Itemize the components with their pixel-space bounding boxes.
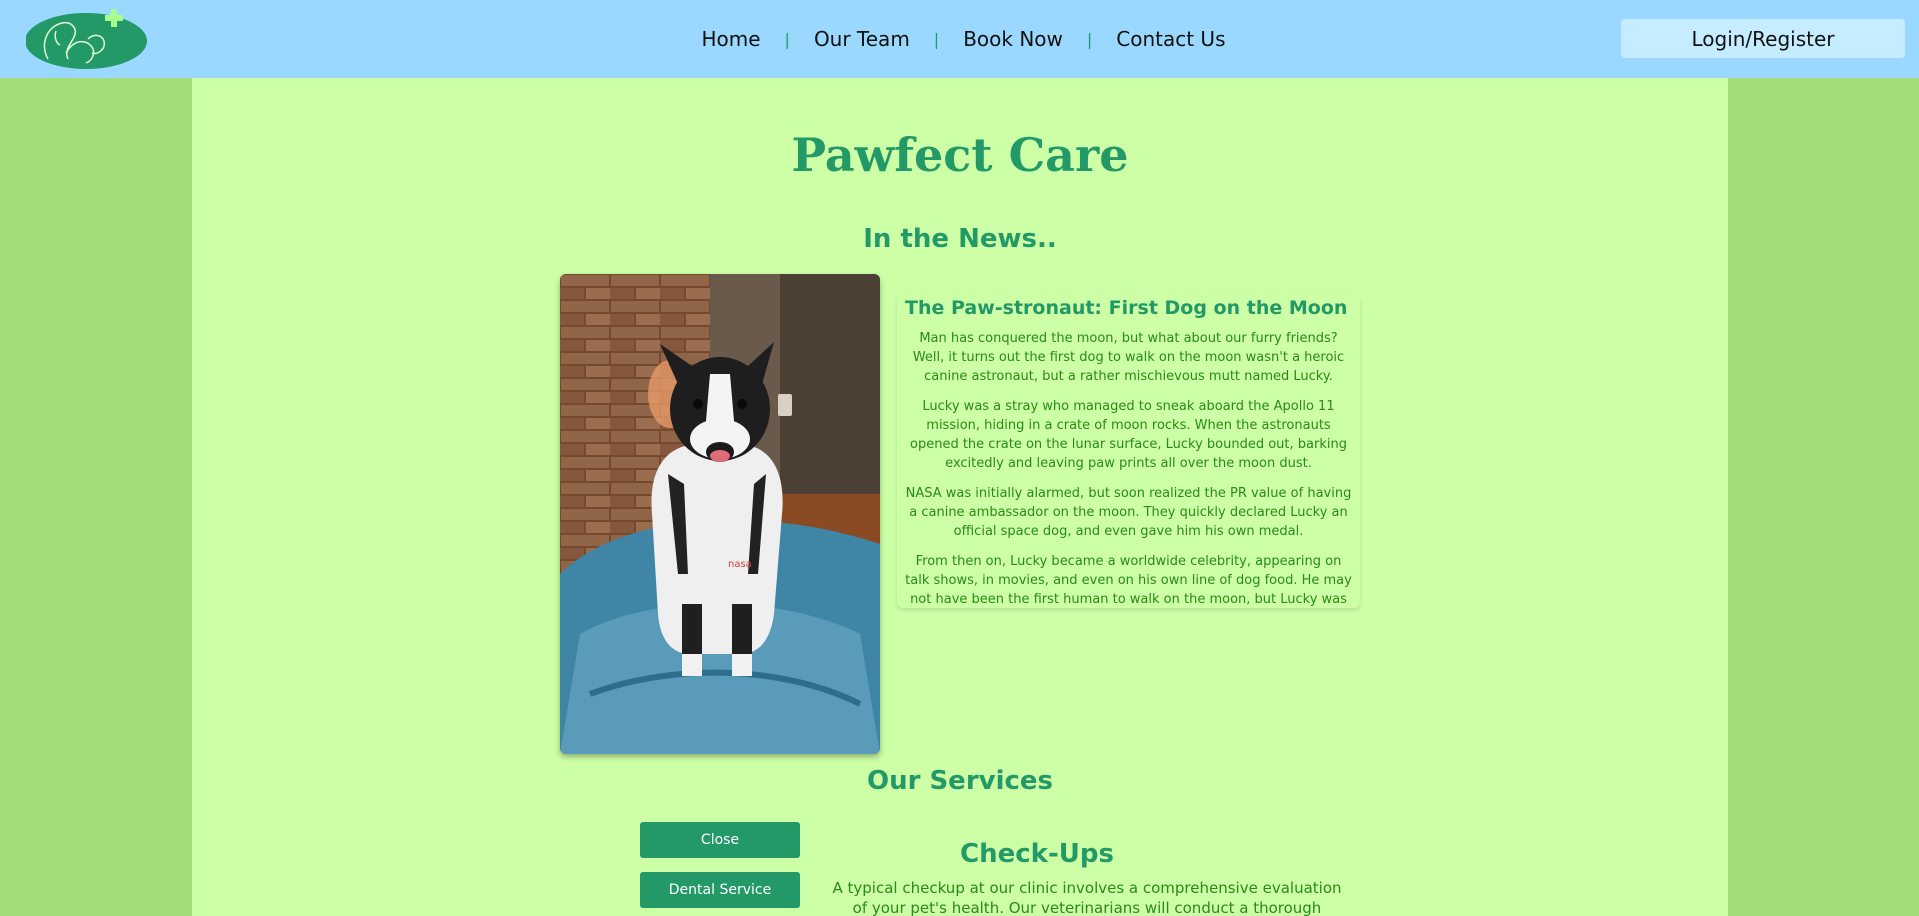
svg-text:nasa: nasa xyxy=(728,559,752,570)
service-description: A typical checkup at our clinic involves… xyxy=(832,879,1342,916)
nav-book-now-link[interactable]: Book Now xyxy=(963,27,1063,51)
close-button[interactable]: Close xyxy=(640,822,800,858)
login-register-button[interactable]: Login/Register xyxy=(1621,19,1905,58)
top-navbar: Home | Our Team | Book Now | Contact Us … xyxy=(0,0,1919,78)
article-title: The Paw-stronaut: First Dog on the Moon xyxy=(905,297,1348,319)
article-paragraph: NASA was initially alarmed, but soon rea… xyxy=(905,486,1352,539)
news-dog-photo: nasa xyxy=(560,274,880,754)
dental-service-button[interactable]: Dental Service xyxy=(640,872,800,908)
nav-separator: | xyxy=(784,29,790,49)
article-paragraph: Man has conquered the moon, but what abo… xyxy=(912,331,1345,384)
nav-contact-us-link[interactable]: Contact Us xyxy=(1116,27,1225,51)
article-paragraph: From then on, Lucky became a worldwide c… xyxy=(905,554,1352,607)
nav-separator: | xyxy=(933,29,940,49)
page-title: Pawfect Care xyxy=(791,128,1129,182)
nav-separator: | xyxy=(1086,29,1093,49)
nav-home-link[interactable]: Home xyxy=(701,27,760,51)
main-content: Pawfect Care In the News.. nasa The Paw-… xyxy=(192,78,1728,916)
service-title: Check-Ups xyxy=(960,839,1114,869)
services-heading: Our Services xyxy=(866,766,1054,796)
article-paragraph: Lucky was a stray who managed to sneak a… xyxy=(910,399,1347,471)
nav-our-team-link[interactable]: Our Team xyxy=(814,27,910,51)
news-article: The Paw-stronaut: First Dog on the Moon … xyxy=(897,295,1360,608)
news-heading: In the News.. xyxy=(863,224,1057,254)
